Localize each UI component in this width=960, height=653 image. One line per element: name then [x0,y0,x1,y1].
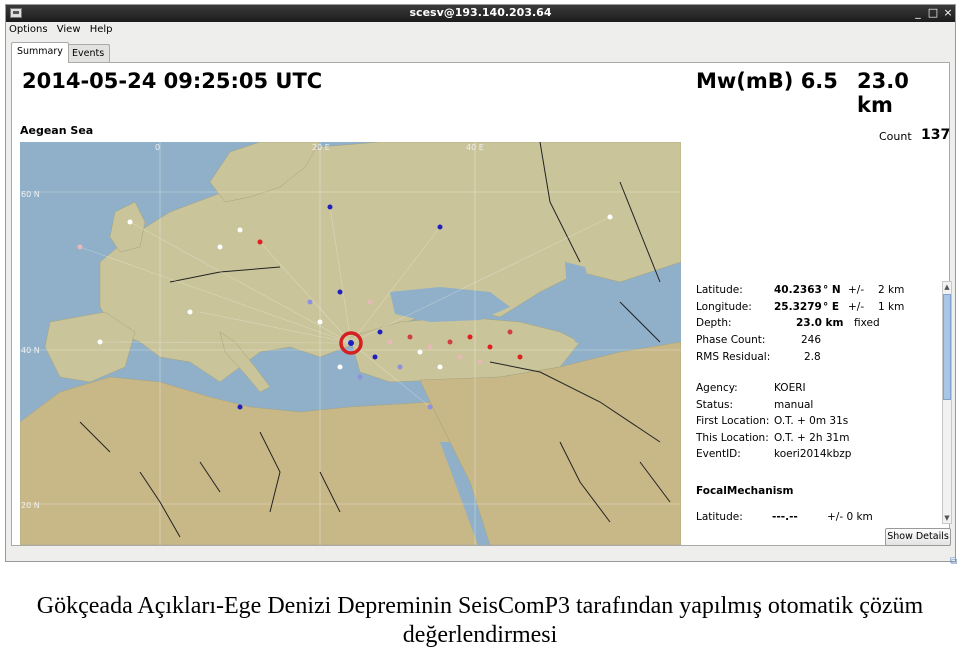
map-canvas: 0 20 E 40 E 60 N 40 N 20 N [20,142,681,545]
title-bar[interactable]: scesv@193.140.203.64 _ □ × [6,5,955,22]
menu-view[interactable]: View [54,22,84,35]
africa-land [20,376,481,545]
close-button[interactable]: × [941,6,955,20]
menu-help[interactable]: Help [87,22,116,35]
details-scrollbar[interactable]: ▲ ▼ [942,281,952,524]
lon-label-40e: 40 E [466,143,484,152]
window-title: scesv@193.140.203.64 [409,6,552,19]
lat-label-40n: 40 N [21,346,40,355]
menu-options[interactable]: Options [6,22,51,35]
lat-label-60n: 60 N [21,190,40,199]
epicenter-dot [348,340,354,346]
lat-label-20n: 20 N [21,501,40,510]
scroll-thumb[interactable] [943,294,951,400]
lon-label-20e: 20 E [312,143,330,152]
origin-time: 2014-05-24 09:25:05 UTC [22,69,323,93]
minimize-button[interactable]: _ [911,6,925,20]
region-name: Aegean Sea [20,124,94,137]
scroll-up-arrow-icon[interactable]: ▲ [943,282,951,292]
show-details-button[interactable]: Show Details [885,528,951,546]
maximize-button[interactable]: □ [926,6,940,20]
depth-headline: 23.0 km [857,69,909,117]
summary-panel: 2014-05-24 09:25:05 UTC Mw(mB) 6.5 23.0 … [11,62,952,546]
count-value: 137 [921,127,951,143]
tab-summary[interactable]: Summary [11,42,69,63]
resize-grip-icon[interactable]: ⧉ [950,556,960,567]
event-map[interactable]: 0 20 E 40 E 60 N 40 N 20 N [20,142,681,545]
figure-caption: Gökçeada Açıkları-Ege Denizi Depreminin … [36,593,924,648]
origin-details: Latitude: 40.2363 ° N +/- 2 km Longitude… [696,284,905,523]
menu-bar: Options View Help [6,22,955,40]
scroll-down-arrow-icon[interactable]: ▼ [943,513,951,523]
lon-label-0: 0 [155,143,160,152]
focal-mechanism-heading: FocalMechanism [696,485,794,497]
tab-events[interactable]: Events [66,44,111,62]
magnitude: Mw(mB) 6.5 [696,69,838,93]
main-window: scesv@193.140.203.64 _ □ × Options View … [5,4,957,567]
count-label: Count [879,130,912,143]
